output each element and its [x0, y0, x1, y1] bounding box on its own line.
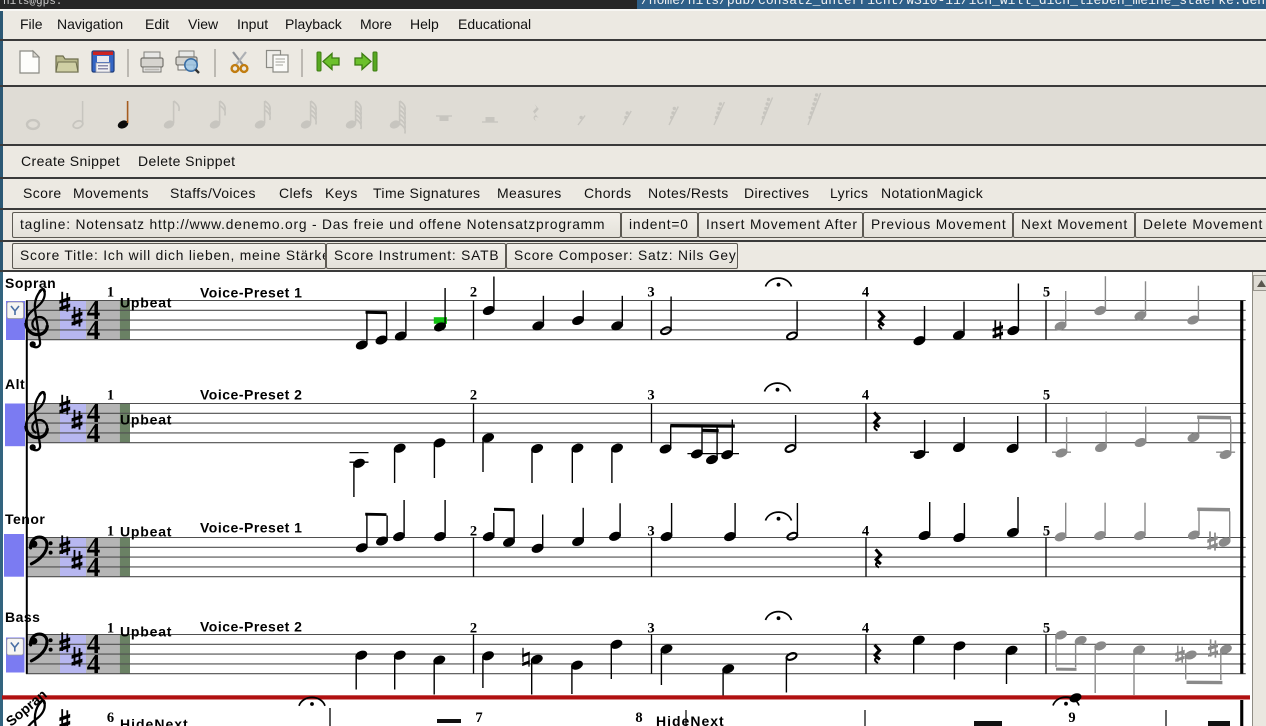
svg-text:7: 7 [475, 710, 482, 726]
svg-text:3: 3 [647, 621, 654, 637]
svg-text:3: 3 [647, 285, 654, 301]
svg-text:4: 4 [862, 285, 869, 301]
svg-text:9: 9 [1068, 710, 1075, 726]
svg-text:Voice-Preset 2: Voice-Preset 2 [200, 387, 302, 403]
svg-text:Sopran: Sopran [5, 275, 56, 291]
svg-text:4: 4 [862, 388, 869, 404]
svg-text:3: 3 [647, 524, 654, 540]
svg-text:Voice-Preset 1: Voice-Preset 1 [200, 520, 302, 536]
svg-text:4: 4 [87, 315, 101, 345]
svg-text:Bass: Bass [5, 609, 40, 625]
svg-text:Upbeat: Upbeat [120, 412, 172, 428]
svg-text:4: 4 [862, 524, 869, 540]
svg-text:1: 1 [107, 388, 114, 404]
svg-text:8: 8 [635, 710, 642, 726]
svg-text:Alt: Alt [5, 376, 25, 392]
svg-text:4: 4 [87, 649, 101, 679]
svg-text:Upbeat: Upbeat [120, 624, 172, 640]
svg-text:2: 2 [470, 285, 477, 301]
svg-text:6: 6 [107, 710, 114, 726]
svg-text:1: 1 [107, 524, 114, 540]
svg-text:5: 5 [1043, 388, 1050, 404]
svg-text:Voice-Preset 2: Voice-Preset 2 [200, 619, 302, 635]
svg-text:Upbeat: Upbeat [120, 524, 172, 540]
svg-text:HideNext: HideNext [656, 713, 725, 726]
svg-text:4: 4 [862, 621, 869, 637]
svg-text:Sopran: Sopran [3, 686, 50, 726]
svg-text:2: 2 [470, 388, 477, 404]
svg-text:4: 4 [87, 552, 101, 582]
svg-text:Upbeat: Upbeat [120, 295, 172, 311]
svg-text:HideNext: HideNext [120, 716, 189, 726]
svg-text:5: 5 [1043, 285, 1050, 301]
svg-text:Voice-Preset 1: Voice-Preset 1 [200, 285, 302, 301]
svg-text:3: 3 [647, 388, 654, 404]
svg-text:2: 2 [470, 621, 477, 637]
svg-text:2: 2 [470, 524, 477, 540]
svg-text:5: 5 [1043, 524, 1050, 540]
svg-text:1: 1 [107, 285, 114, 301]
svg-text:1: 1 [107, 621, 114, 637]
svg-text:5: 5 [1043, 621, 1050, 637]
svg-text:Tenor: Tenor [5, 511, 45, 527]
svg-text:4: 4 [87, 418, 101, 448]
